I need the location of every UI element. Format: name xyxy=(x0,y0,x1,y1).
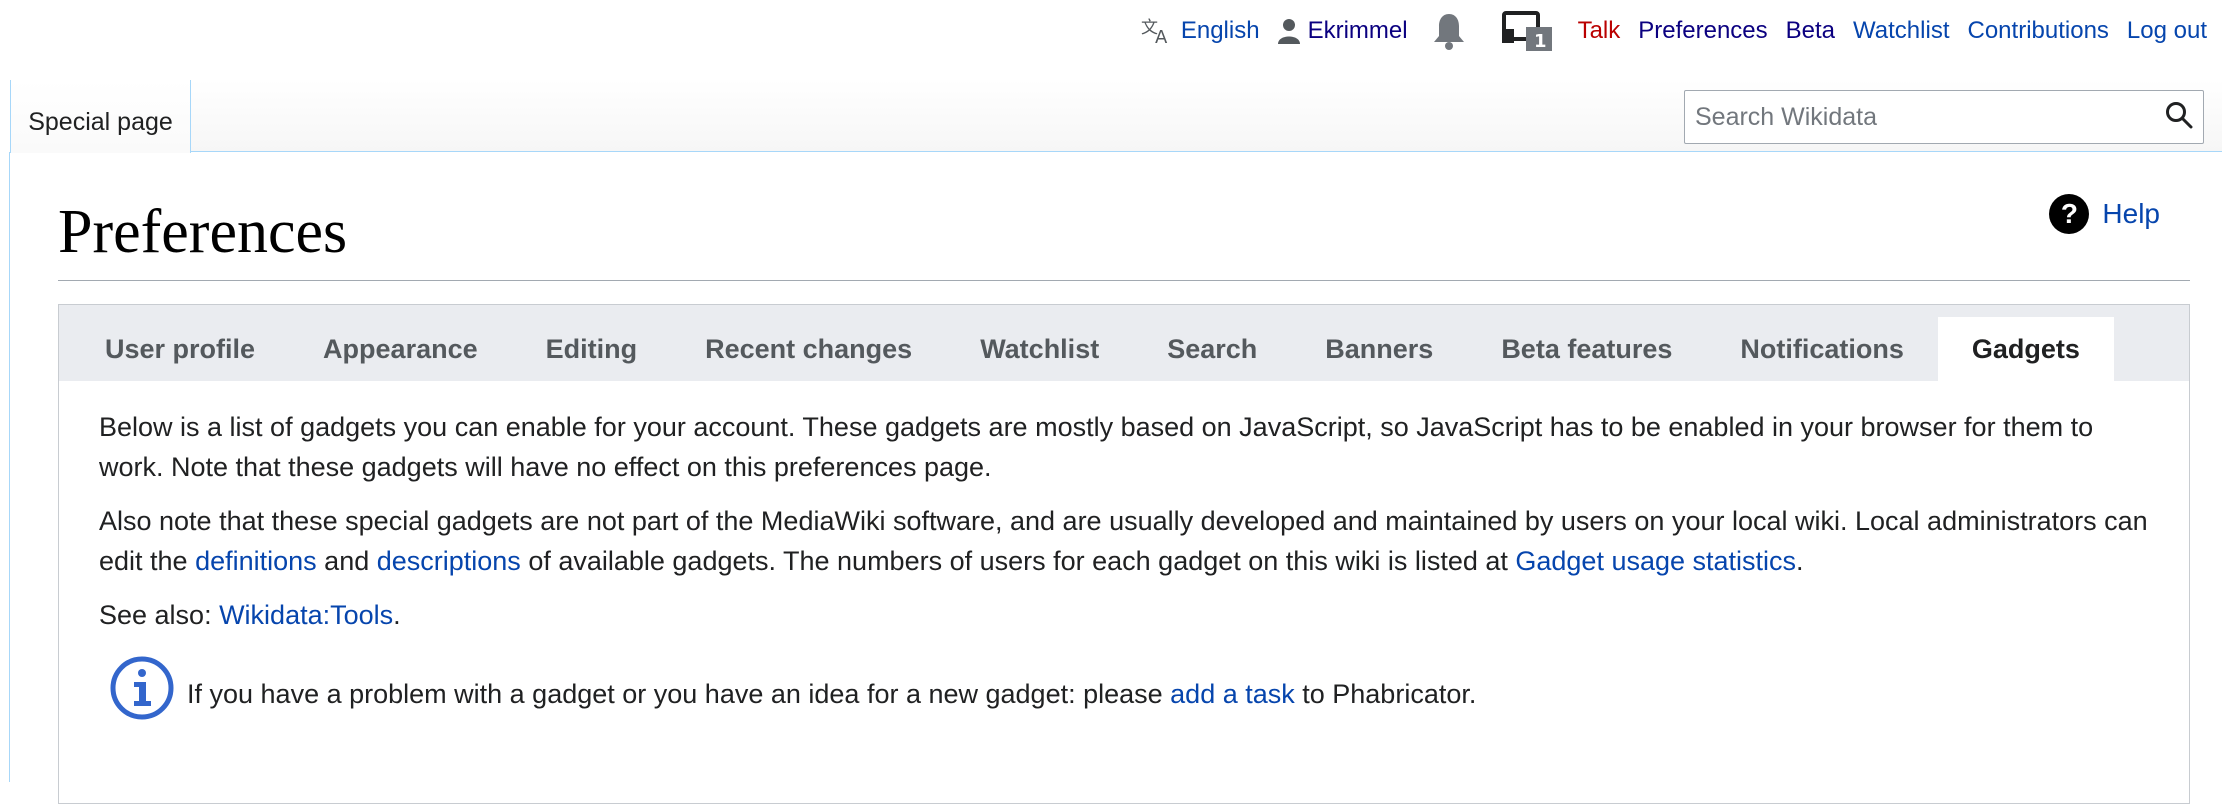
question-circle-icon[interactable]: ? xyxy=(2049,194,2090,234)
info-circle-icon xyxy=(109,655,175,732)
tab-beta-features[interactable]: Beta features xyxy=(1467,317,1706,381)
preferences-link[interactable]: Preferences xyxy=(1638,17,1767,45)
gadgets-note-end: . xyxy=(1796,546,1804,576)
sandbox-devices[interactable]: 1 xyxy=(1501,11,1554,51)
tab-search[interactable]: Search xyxy=(1133,317,1291,381)
help-link[interactable]: ? Help xyxy=(2049,194,2160,234)
contributions-link[interactable]: Contributions xyxy=(1968,17,2109,45)
talk-label[interactable]: Talk xyxy=(1578,17,1621,45)
see-also-label: See also: xyxy=(99,600,220,630)
tab-appearance[interactable]: Appearance xyxy=(289,317,512,381)
logout-label[interactable]: Log out xyxy=(2127,17,2207,45)
tab-special-page[interactable]: Special page xyxy=(10,80,191,153)
logout-link[interactable]: Log out xyxy=(2127,17,2207,45)
see-also-end: . xyxy=(393,600,401,630)
tab-recent-changes[interactable]: Recent changes xyxy=(671,317,946,381)
search-form xyxy=(1684,90,2204,144)
preferences-panel: User profile Appearance Editing Recent c… xyxy=(58,304,2190,804)
talk-link[interactable]: Talk xyxy=(1578,17,1621,45)
gadgets-intro: Below is a list of gadgets you can enabl… xyxy=(99,412,2094,482)
tab-user-profile[interactable]: User profile xyxy=(71,317,289,381)
gadgets-note: Also note that these special gadgets are… xyxy=(99,501,2149,581)
definitions-link[interactable]: definitions xyxy=(195,546,317,576)
gadget-usage-statistics-link[interactable]: Gadget usage statistics xyxy=(1515,546,1796,576)
translate-icon: 文 A xyxy=(1141,17,1173,45)
notice-text-2: to Phabricator. xyxy=(1294,678,1477,709)
user-icon xyxy=(1277,18,1300,44)
add-task-link[interactable]: add a task xyxy=(1170,679,1295,709)
bell-icon[interactable] xyxy=(1432,12,1466,50)
beta-label[interactable]: Beta xyxy=(1786,17,1835,45)
username[interactable]: Ekrimmel xyxy=(1308,17,1408,45)
magnifier-icon[interactable] xyxy=(2165,101,2193,134)
content-area: Preferences ? Help xyxy=(58,190,2190,281)
search-input[interactable] xyxy=(1685,91,2155,143)
preferences-tab-bar: User profile Appearance Editing Recent c… xyxy=(59,305,2189,381)
personal-tools: 文 A English Ekrimmel 1 Talk Preferences … xyxy=(1123,11,2207,51)
page-title: Preferences xyxy=(58,190,2190,281)
svg-text:A: A xyxy=(1155,27,1168,45)
descriptions-link[interactable]: descriptions xyxy=(377,546,521,576)
content-left-border xyxy=(9,152,10,782)
gadgets-section: Below is a list of gadgets you can enabl… xyxy=(59,381,2189,732)
devices-icon[interactable]: 1 xyxy=(1501,11,1554,51)
gadgets-note-and: and xyxy=(316,546,377,576)
notice-text: If you have a problem with a gadget or y… xyxy=(187,674,1476,714)
notifications-bell[interactable] xyxy=(1432,12,1466,50)
help-label[interactable]: Help xyxy=(2102,198,2160,230)
notice-text-1: If you have a problem with a gadget or y… xyxy=(187,678,1171,709)
tab-gadgets[interactable]: Gadgets xyxy=(1937,317,2114,381)
wikidata-tools-link[interactable]: Wikidata:Tools xyxy=(219,600,393,630)
sandbox-badge: 1 xyxy=(1534,31,1547,51)
tab-editing[interactable]: Editing xyxy=(512,317,671,381)
watchlist-label[interactable]: Watchlist xyxy=(1853,17,1949,45)
tab-watchlist[interactable]: Watchlist xyxy=(946,317,1133,381)
beta-link[interactable]: Beta xyxy=(1786,17,1835,45)
user-page-link[interactable]: Ekrimmel xyxy=(1277,17,1408,45)
tab-banners[interactable]: Banners xyxy=(1291,317,1467,381)
see-also: See also: Wikidata:Tools. xyxy=(99,595,2149,635)
watchlist-link[interactable]: Watchlist xyxy=(1853,17,1949,45)
gadgets-note-text-2: of available gadgets. The numbers of use… xyxy=(520,546,1516,576)
language-label[interactable]: English xyxy=(1181,17,1260,45)
language-selector[interactable]: 文 A English xyxy=(1141,17,1260,45)
tab-special-page-label[interactable]: Special page xyxy=(28,108,173,137)
preferences-label[interactable]: Preferences xyxy=(1638,17,1767,45)
header-divider xyxy=(10,151,2222,152)
phabricator-notice: If you have a problem with a gadget or y… xyxy=(109,655,2149,732)
contributions-label[interactable]: Contributions xyxy=(1968,17,2109,45)
tab-notifications[interactable]: Notifications xyxy=(1706,317,1938,381)
search-button[interactable] xyxy=(2155,91,2203,143)
